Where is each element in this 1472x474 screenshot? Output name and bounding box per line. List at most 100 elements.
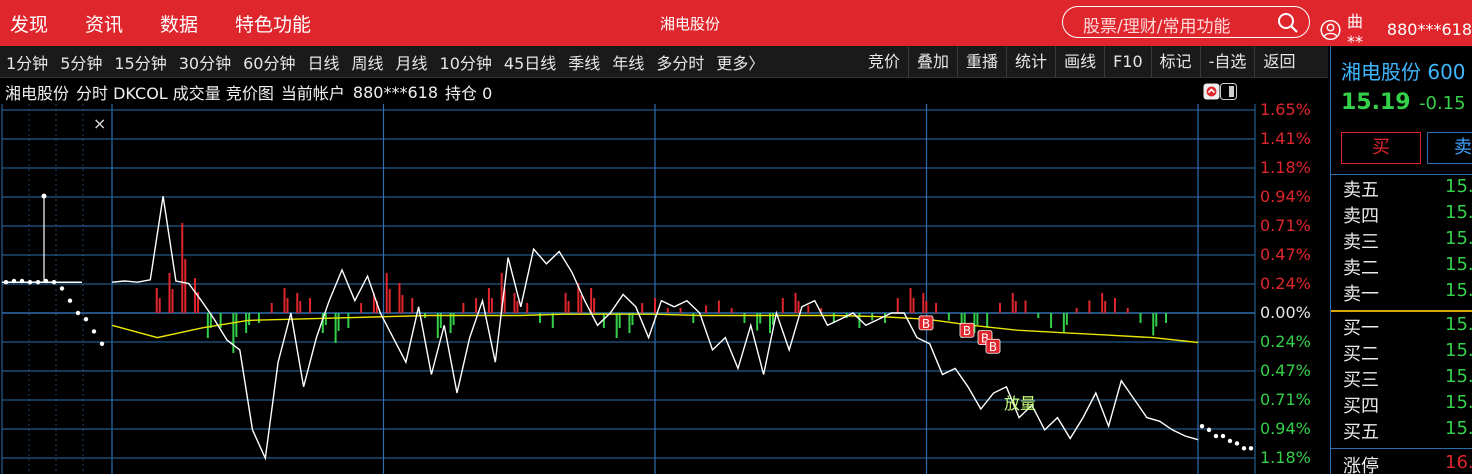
- quote-divider: [1331, 174, 1472, 175]
- tool-button[interactable]: 叠加: [908, 46, 957, 78]
- quote-price: 15.19: [1341, 90, 1411, 115]
- order-book-row[interactable]: 卖五 15.: [1343, 176, 1472, 202]
- order-book-row[interactable]: 买二 15.: [1343, 340, 1472, 366]
- price-dot: [83, 316, 89, 322]
- order-book-row[interactable]: 买四 15.: [1343, 392, 1472, 418]
- period-tab[interactable]: 周线: [346, 50, 390, 74]
- quote-panel: 湘电股份 600 15.19 -0.15 买 卖 卖五 15. 卖四 15. 卖三 15.…: [1330, 46, 1472, 474]
- order-book-price: 15.: [1445, 314, 1472, 335]
- period-tab[interactable]: 30分钟: [173, 50, 237, 74]
- tool-button[interactable]: 竞价: [860, 46, 908, 78]
- order-book-label: 买一: [1343, 318, 1379, 339]
- buy-marker-label: B: [989, 340, 997, 354]
- order-book-label: 卖五: [1343, 180, 1379, 201]
- period-tab[interactable]: 10分钟: [434, 50, 498, 74]
- search-icon[interactable]: [1277, 12, 1299, 34]
- period-tab[interactable]: 年线: [606, 50, 650, 74]
- quote-midline: [1331, 310, 1472, 312]
- y-tick-label: 0.94%: [1260, 187, 1311, 206]
- nav-news[interactable]: 资讯: [85, 10, 123, 37]
- order-book-row[interactable]: 买一 15.: [1343, 314, 1472, 340]
- period-tab[interactable]: 1分钟: [0, 50, 54, 74]
- chart-indicators[interactable]: 分时 DKCOL 成交量 竞价图: [76, 80, 274, 104]
- period-tab[interactable]: 更多〉: [710, 50, 770, 74]
- tool-button[interactable]: -自选: [1199, 46, 1255, 78]
- chart-header: 湘电股份 分时 DKCOL 成交量 竞价图 当前帐户 880***618 持仓 …: [0, 79, 499, 105]
- order-book-price: 15.: [1445, 280, 1472, 301]
- volume-spike-label: 放量: [1004, 394, 1036, 413]
- chart-header-icons: [1203, 83, 1237, 100]
- user-info[interactable]: 曲** 880***618: [1320, 8, 1472, 51]
- period-tab[interactable]: 60分钟: [237, 50, 301, 74]
- y-tick-label: 0.47%: [1260, 361, 1311, 380]
- user-icon[interactable]: [1320, 17, 1341, 43]
- y-tick-label: 0.24%: [1260, 274, 1311, 293]
- period-tab[interactable]: 45日线: [498, 50, 562, 74]
- order-book-price: 15.: [1445, 254, 1472, 275]
- order-book-row[interactable]: 买三 15.: [1343, 366, 1472, 392]
- order-book-price: 15.: [1445, 228, 1472, 249]
- price-dot: [1206, 427, 1212, 433]
- price-dot: [1227, 438, 1233, 444]
- tool-button[interactable]: 统计: [1006, 46, 1055, 78]
- order-book-price: 15.: [1445, 340, 1472, 361]
- nav-data[interactable]: 数据: [160, 10, 198, 37]
- y-tick-label: 1.41%: [1260, 129, 1311, 148]
- close-icon[interactable]: ×: [93, 114, 106, 133]
- top-bar: 发现 资讯 数据 特色功能 湘电股份 股票/理财/常用功能 曲** 880***…: [0, 0, 1472, 51]
- price-dot: [1213, 433, 1219, 439]
- expand-icon[interactable]: [1203, 83, 1220, 100]
- y-tick-label: 1.18%: [1260, 448, 1311, 467]
- chart-account: 880***618: [352, 82, 438, 102]
- window-title: 湘电股份: [660, 15, 721, 33]
- user-account: 880***618: [1386, 20, 1472, 39]
- price-dot: [1241, 446, 1247, 451]
- quote-stock-name: 湘电股份 600: [1341, 60, 1466, 84]
- period-tab[interactable]: 日线: [302, 50, 346, 74]
- order-book-row[interactable]: 卖一 15.: [1343, 280, 1472, 306]
- price-dot: [75, 310, 81, 316]
- order-book-row[interactable]: 卖二 15.: [1343, 254, 1472, 280]
- price-dot: [91, 329, 97, 334]
- period-tab[interactable]: 5分钟: [54, 50, 108, 74]
- order-book-label: 卖一: [1343, 284, 1379, 305]
- tool-button[interactable]: 画线: [1055, 46, 1104, 78]
- nav-features[interactable]: 特色功能: [235, 10, 311, 37]
- buy-button[interactable]: 买: [1341, 132, 1421, 164]
- order-book-label: 卖四: [1343, 206, 1379, 227]
- price-dot: [1199, 423, 1205, 429]
- period-tab[interactable]: 多分时: [650, 50, 710, 74]
- period-tab[interactable]: 月线: [390, 50, 434, 74]
- y-tick-label: 0.71%: [1260, 390, 1311, 409]
- period-tab[interactable]: 季线: [562, 50, 606, 74]
- tool-button[interactable]: F10: [1104, 46, 1151, 78]
- order-book-label: 买三: [1343, 370, 1379, 391]
- order-book-row[interactable]: 买五 15.: [1343, 418, 1472, 444]
- buy-marker-label: B: [922, 317, 930, 331]
- tool-button[interactable]: 重播: [957, 46, 1006, 78]
- order-book-label: 卖三: [1343, 232, 1379, 253]
- order-book-label: 卖二: [1343, 258, 1379, 279]
- sell-button[interactable]: 卖: [1427, 132, 1472, 164]
- chart-account-label: 当前帐户: [280, 84, 345, 103]
- price-dot: [99, 341, 105, 346]
- limit-up-row: 涨停 16.: [1343, 452, 1472, 474]
- search-placeholder: 股票/理财/常用功能: [1083, 17, 1231, 37]
- quote-change: -0.15: [1419, 93, 1466, 114]
- intraday-chart[interactable]: BBBB放量×: [0, 104, 1258, 474]
- tool-button[interactable]: 标记: [1150, 46, 1200, 78]
- order-book-row[interactable]: 卖四 15.: [1343, 202, 1472, 228]
- price-dot: [41, 193, 47, 199]
- tool-button[interactable]: 返回: [1254, 46, 1303, 78]
- order-book-row[interactable]: 卖三 15.: [1343, 228, 1472, 254]
- period-tabs: 1分钟 5分钟 15分钟 30分钟 60分钟 日线 周线 月线 10分钟 45日线 季线 年线 多分时更…: [0, 46, 770, 78]
- search-input[interactable]: 股票/理财/常用功能: [1062, 6, 1310, 38]
- nav-discover[interactable]: 发现: [10, 10, 48, 37]
- panel-toggle-icon[interactable]: [1220, 83, 1237, 100]
- price-dot: [1220, 433, 1226, 439]
- period-toolbar: 1分钟 5分钟 15分钟 30分钟 60分钟 日线 周线 月线 10分钟 45日线 季线 年线 多分时更…: [0, 46, 1328, 78]
- y-tick-label: 1.18%: [1260, 158, 1311, 177]
- chart-tools: 竞价 叠加 重播 统计 画线 F10 标记 -自选 返回: [860, 46, 1303, 78]
- period-tab[interactable]: 15分钟: [108, 50, 172, 74]
- buy-marker-label: B: [963, 324, 971, 338]
